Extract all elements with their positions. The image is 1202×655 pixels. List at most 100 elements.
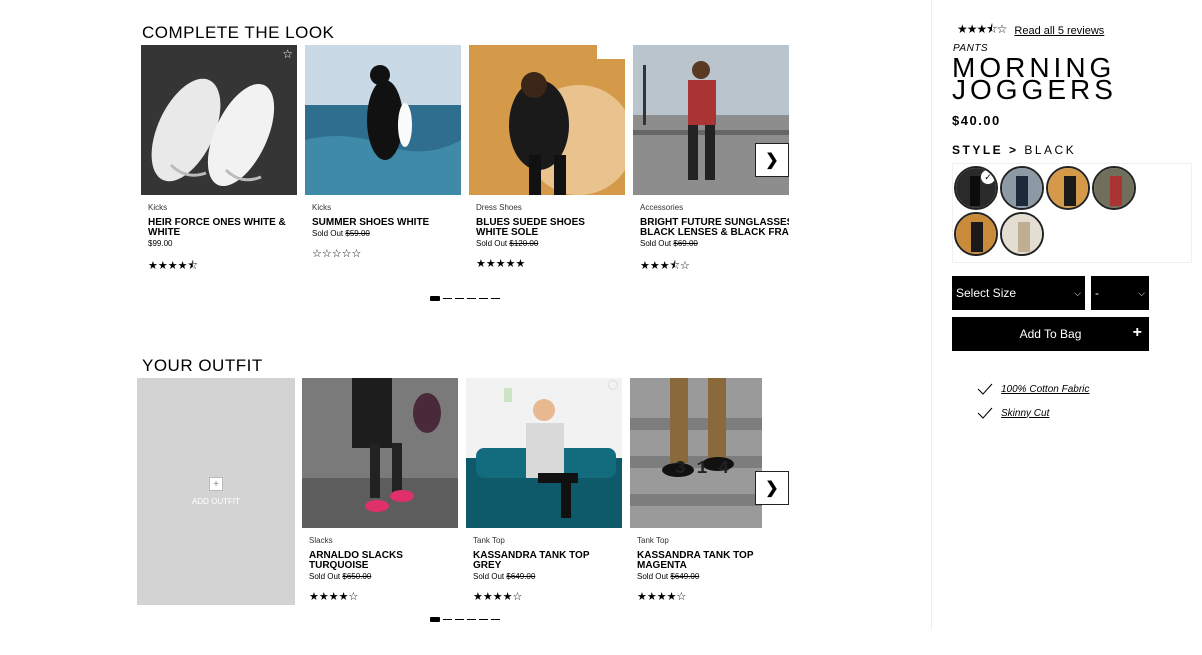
page-dot[interactable] bbox=[443, 619, 452, 620]
checkmark-icon bbox=[977, 383, 993, 395]
page-dot[interactable] bbox=[467, 298, 476, 299]
style-swatch-list: ✓ bbox=[952, 163, 1192, 263]
product-name[interactable]: HEIR FORCE ONES WHITE & WHITE bbox=[148, 218, 290, 238]
product-category: Tank Top bbox=[473, 536, 505, 545]
page-dot[interactable] bbox=[430, 296, 440, 301]
rating-stars: ★★★★☆ bbox=[473, 591, 523, 603]
product-price: Sold Out $69.00 bbox=[640, 239, 782, 248]
your-outfit-title: YOUR OUTFIT bbox=[142, 356, 263, 375]
price-value: $649.00 bbox=[506, 572, 536, 581]
page-dot[interactable] bbox=[467, 619, 476, 620]
page-dot[interactable] bbox=[491, 298, 500, 299]
checkmark-icon bbox=[977, 407, 993, 419]
rating-stars: ★★★★★ bbox=[476, 258, 526, 270]
product-name[interactable]: SUMMER SHOES WHITE bbox=[312, 218, 454, 228]
read-reviews-link[interactable]: Read all 5 reviews bbox=[1014, 25, 1104, 37]
complete-the-look-title: COMPLETE THE LOOK bbox=[142, 23, 335, 42]
sold-out-label: Sold Out bbox=[312, 229, 344, 238]
sold-out-label: Sold Out bbox=[640, 239, 672, 248]
product-price: $99.00 bbox=[148, 239, 290, 248]
quantity-select[interactable]: - ⌵ bbox=[1091, 276, 1149, 310]
product-price: Sold Out $649.00 bbox=[473, 572, 615, 581]
checkmark-icon: ✓ bbox=[980, 169, 996, 185]
rating-stars: ★★★★⯪ bbox=[148, 260, 198, 272]
carousel-pagination[interactable] bbox=[430, 296, 500, 301]
product-category: Kicks bbox=[312, 203, 332, 212]
product-card[interactable]: Tank Top KASSANDRA TANK TOP GREY Sold Ou… bbox=[466, 378, 622, 603]
price-value: $120.00 bbox=[509, 239, 539, 248]
size-select[interactable]: Select Size ⌵ bbox=[952, 276, 1085, 310]
page-dot[interactable] bbox=[491, 619, 500, 620]
sold-out-label: Sold Out bbox=[637, 572, 669, 581]
product-card[interactable]: Slacks ARNALDO SLACKS TURQUOISE Sold Out… bbox=[302, 378, 458, 603]
product-name[interactable]: BLUES SUEDE SHOES WHITE SOLE bbox=[476, 218, 618, 238]
product-name[interactable]: KASSANDRA TANK TOP GREY bbox=[473, 551, 615, 571]
price-value: $59.00 bbox=[345, 229, 370, 238]
add-to-bag-label: Add To Bag bbox=[1019, 327, 1082, 341]
product-name[interactable]: ARNALDO SLACKS TURQUOISE bbox=[309, 551, 451, 571]
product-category: Accessories bbox=[640, 203, 684, 212]
style-value: BLACK bbox=[1024, 143, 1077, 157]
style-label: STYLE > bbox=[952, 143, 1019, 157]
rating-stars: ★★★★☆ bbox=[309, 591, 359, 603]
complete-look-carousel: ☆ Kicks HEIR FORCE ONES WHITE & WHITE $9… bbox=[141, 45, 789, 290]
product-card[interactable]: Kicks SUMMER SHOES WHITE Sold Out $59.00… bbox=[305, 45, 461, 260]
price-value: $649.00 bbox=[670, 572, 700, 581]
page-dot[interactable] bbox=[455, 619, 464, 620]
product-price: Sold Out $650.00 bbox=[309, 572, 451, 581]
product-image[interactable] bbox=[302, 378, 458, 528]
feature-item: 100% Cotton Fabric bbox=[977, 383, 1089, 395]
carousel-pagination[interactable] bbox=[430, 617, 500, 622]
style-swatch[interactable] bbox=[954, 212, 998, 256]
price-value: $99.00 bbox=[148, 239, 173, 248]
add-outfit-button[interactable]: + ADD OUTFIT bbox=[137, 378, 295, 605]
page-dot[interactable] bbox=[479, 298, 488, 299]
product-image[interactable]: ☆ bbox=[141, 45, 297, 195]
sneakers-image bbox=[141, 45, 297, 195]
feature-label[interactable]: Skinny Cut bbox=[1001, 408, 1049, 419]
man-on-chair-image bbox=[469, 45, 625, 195]
style-swatch[interactable] bbox=[1000, 166, 1044, 210]
star-outline-icon[interactable]: ☆ bbox=[282, 47, 293, 61]
product-card[interactable]: Dress Shoes BLUES SUEDE SHOES WHITE SOLE… bbox=[469, 45, 625, 270]
product-price: Sold Out $120.00 bbox=[476, 239, 618, 248]
add-outfit-label: ADD OUTFIT bbox=[192, 497, 240, 506]
style-swatch[interactable] bbox=[1046, 166, 1090, 210]
stairs-sneakers-image: 3 1 4 bbox=[630, 378, 762, 528]
page-dot[interactable] bbox=[430, 617, 440, 622]
plus-icon: + bbox=[209, 477, 223, 491]
page-dot[interactable] bbox=[479, 619, 488, 620]
product-name[interactable]: KASSANDRA TANK TOP MAGENTA bbox=[637, 551, 762, 571]
style-swatch[interactable]: ✓ bbox=[954, 166, 998, 210]
carousel-next-button[interactable]: ❯ bbox=[755, 143, 789, 177]
style-selection-label: STYLE > BLACK bbox=[952, 143, 1076, 157]
product-image[interactable]: 3 1 4 bbox=[630, 378, 762, 528]
product-name[interactable]: BRIGHT FUTURE SUNGLASSES BLACK LENSES & … bbox=[640, 218, 789, 238]
feature-label[interactable]: 100% Cotton Fabric bbox=[1001, 384, 1089, 395]
product-category: Slacks bbox=[309, 536, 333, 545]
plus-icon: + bbox=[1132, 324, 1142, 341]
product-card[interactable]: ☆ Kicks HEIR FORCE ONES WHITE & WHITE $9… bbox=[141, 45, 297, 276]
price-value: $69.00 bbox=[673, 239, 698, 248]
add-to-bag-button[interactable]: Add To Bag + bbox=[952, 317, 1149, 351]
product-rating: ★★★⯪☆ Read all 5 reviews bbox=[957, 20, 1104, 41]
product-image[interactable] bbox=[466, 378, 622, 528]
product-card[interactable]: 3 1 4 Tank Top KASSANDRA TANK TOP MAGENT… bbox=[630, 378, 762, 603]
product-category: Kicks bbox=[148, 203, 168, 212]
page-dot[interactable] bbox=[455, 298, 464, 299]
style-swatch[interactable] bbox=[1092, 166, 1136, 210]
style-swatch[interactable] bbox=[1000, 212, 1044, 256]
product-title: MORNING JOGGERS bbox=[952, 52, 1117, 105]
chevron-down-icon: ⌵ bbox=[1138, 287, 1145, 298]
rating-stars: ★★★⯪☆ bbox=[640, 260, 690, 272]
product-category: Tank Top bbox=[637, 536, 669, 545]
sold-out-label: Sold Out bbox=[473, 572, 505, 581]
page-dot[interactable] bbox=[443, 298, 452, 299]
product-image[interactable] bbox=[305, 45, 461, 195]
feature-item: Skinny Cut bbox=[977, 407, 1049, 419]
carousel-next-button[interactable]: ❯ bbox=[755, 471, 789, 505]
chevron-down-icon: ⌵ bbox=[1074, 287, 1081, 298]
remove-icon[interactable] bbox=[608, 380, 618, 390]
svg-text:3 1 4: 3 1 4 bbox=[675, 459, 729, 479]
product-image[interactable] bbox=[469, 45, 625, 195]
